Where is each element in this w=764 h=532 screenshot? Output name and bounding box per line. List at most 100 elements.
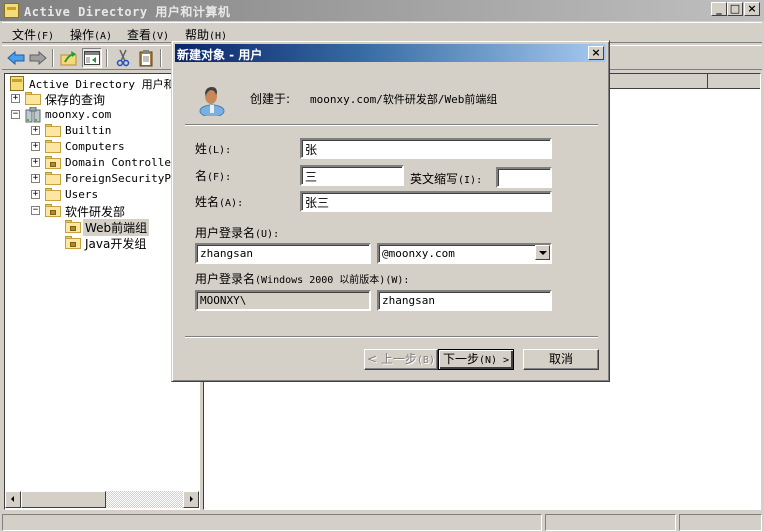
- toolbar-separator: [160, 49, 162, 67]
- label-accel: (L):: [207, 145, 232, 156]
- label-text: 姓: [195, 142, 208, 156]
- label-accel: (U):: [255, 229, 280, 240]
- label-text: 名: [195, 169, 208, 183]
- tree-item-web-frontend[interactable]: Web前端组: [5, 219, 195, 236]
- dropdown-arrow-icon[interactable]: [535, 245, 550, 260]
- snapin-icon: [10, 76, 24, 91]
- tree-item-saved-queries[interactable]: + 保存的查询: [5, 91, 195, 107]
- upn-suffix-combobox[interactable]: @moonxy.com: [377, 243, 552, 264]
- tree-item-domain-controllers[interactable]: + Domain Controllers: [5, 155, 195, 171]
- column-header[interactable]: [708, 74, 760, 88]
- expand-icon[interactable]: +: [31, 190, 40, 199]
- tree-item-label: 软件研发部: [65, 205, 126, 219]
- expand-icon[interactable]: +: [31, 174, 40, 183]
- logon-name-label: 用户登录名(U):: [195, 224, 279, 241]
- logon-name-input[interactable]: zhangsan: [195, 243, 371, 264]
- toolbar-separator: [106, 49, 108, 67]
- back-button[interactable]: < 上一步(B): [364, 349, 438, 370]
- collapse-icon[interactable]: −: [11, 110, 20, 119]
- user-avatar-icon: [199, 87, 225, 116]
- scroll-thumb[interactable]: [21, 491, 106, 508]
- collapse-icon[interactable]: −: [31, 206, 40, 215]
- dialog-title-bar: 新建对象 - 用户 ×: [175, 44, 606, 62]
- status-pane-2: [545, 514, 676, 531]
- tree-item-label: Java开发组: [85, 237, 147, 251]
- folder-icon: [45, 124, 61, 137]
- label-text: 用户登录名: [195, 226, 256, 240]
- status-pane-3: [679, 514, 762, 531]
- domain-icon: [25, 107, 41, 123]
- button-label: < 上一步: [367, 352, 417, 366]
- cut-button[interactable]: [113, 48, 133, 68]
- menu-label: 操作: [70, 28, 95, 42]
- dialog-close-button[interactable]: ×: [588, 46, 604, 60]
- menu-accel: (V): [151, 31, 170, 42]
- next-button[interactable]: 下一步(N) >: [438, 349, 514, 370]
- ou-icon: [65, 236, 81, 249]
- ou-icon: [45, 204, 61, 217]
- maximize-button[interactable]: □: [727, 2, 743, 16]
- tree-item-label: 保存的查询: [45, 93, 106, 107]
- up-one-level-button[interactable]: [59, 48, 79, 68]
- status-bar: [2, 512, 762, 531]
- expand-icon[interactable]: +: [11, 94, 20, 103]
- button-accel: (B): [416, 355, 435, 366]
- ou-icon: [65, 220, 81, 233]
- menu-file[interactable]: 文件(F): [12, 26, 54, 43]
- pre2000-logon-label: 用户登录名(Windows 2000 以前版本)(W):: [195, 270, 409, 287]
- minimize-button[interactable]: _: [711, 2, 727, 16]
- paste-button[interactable]: [136, 48, 156, 68]
- pre2000-domain-field: MOONXY\: [195, 290, 371, 311]
- tree-item-label: Builtin: [65, 124, 112, 137]
- up-folder-icon: [60, 51, 77, 66]
- label-text: 姓名: [195, 195, 220, 209]
- tree-item-computers[interactable]: + Computers: [5, 139, 195, 155]
- expand-icon[interactable]: +: [31, 142, 40, 151]
- created-in-path: moonxy.com/软件研发部/Web前端组: [310, 93, 498, 106]
- tree-item-label: Domain Controllers: [65, 156, 185, 169]
- back-button[interactable]: [6, 48, 26, 68]
- tree-horizontal-scrollbar[interactable]: [5, 491, 199, 508]
- button-accel: (N) >: [478, 355, 510, 366]
- first-name-input[interactable]: 三: [300, 165, 404, 186]
- tree-item-foreign-security-principals[interactable]: + ForeignSecurityPri: [5, 171, 195, 187]
- folder-icon: [25, 92, 41, 105]
- forward-arrow-icon: [29, 51, 47, 65]
- tree-item-domain[interactable]: − moonxy.com: [5, 107, 195, 123]
- created-in-label: 创建于:: [250, 92, 291, 106]
- title-bar: Active Directory 用户和计算机 _ □ ×: [0, 0, 764, 21]
- scroll-left-button[interactable]: [5, 491, 21, 508]
- tree-item-software-dept[interactable]: − 软件研发部: [5, 203, 195, 219]
- full-name-input[interactable]: 张三: [300, 191, 552, 212]
- menu-view[interactable]: 查看(V): [127, 26, 169, 43]
- back-arrow-icon: [7, 51, 25, 65]
- button-label: 下一步: [442, 352, 479, 366]
- pre2000-logon-input[interactable]: zhangsan: [377, 290, 552, 311]
- menu-accel: (F): [36, 31, 55, 42]
- last-name-input[interactable]: 张: [300, 138, 552, 159]
- scroll-right-button[interactable]: [183, 491, 199, 508]
- expand-icon[interactable]: +: [31, 126, 40, 135]
- show-hide-console-tree-button[interactable]: [82, 48, 102, 68]
- menu-accel: (A): [94, 31, 113, 42]
- forward-button[interactable]: [28, 48, 48, 68]
- label-accel: (I):: [458, 175, 483, 186]
- menu-label: 查看: [127, 28, 152, 42]
- tree-item-builtin[interactable]: + Builtin: [5, 123, 195, 139]
- last-name-label: 姓(L):: [195, 140, 231, 157]
- cancel-button[interactable]: 取消: [523, 349, 599, 370]
- close-button[interactable]: ×: [744, 2, 760, 16]
- folder-icon: [45, 188, 61, 201]
- expand-icon[interactable]: +: [31, 158, 40, 167]
- tree-root-label: Active Directory 用户和计: [29, 78, 186, 91]
- full-name-label: 姓名(A):: [195, 193, 243, 210]
- tree-item-users[interactable]: + Users: [5, 187, 195, 203]
- label-text: 用户登录名: [195, 272, 256, 286]
- initials-input[interactable]: [496, 167, 552, 188]
- dialog-separator: [185, 124, 598, 126]
- tree-item-java-dev[interactable]: Java开发组: [5, 235, 195, 251]
- tree-item-label: ForeignSecurityPri: [65, 172, 185, 185]
- scissors-icon: [116, 49, 130, 67]
- initials-label: 英文缩写(I):: [410, 170, 482, 187]
- menu-action[interactable]: 操作(A): [70, 26, 112, 43]
